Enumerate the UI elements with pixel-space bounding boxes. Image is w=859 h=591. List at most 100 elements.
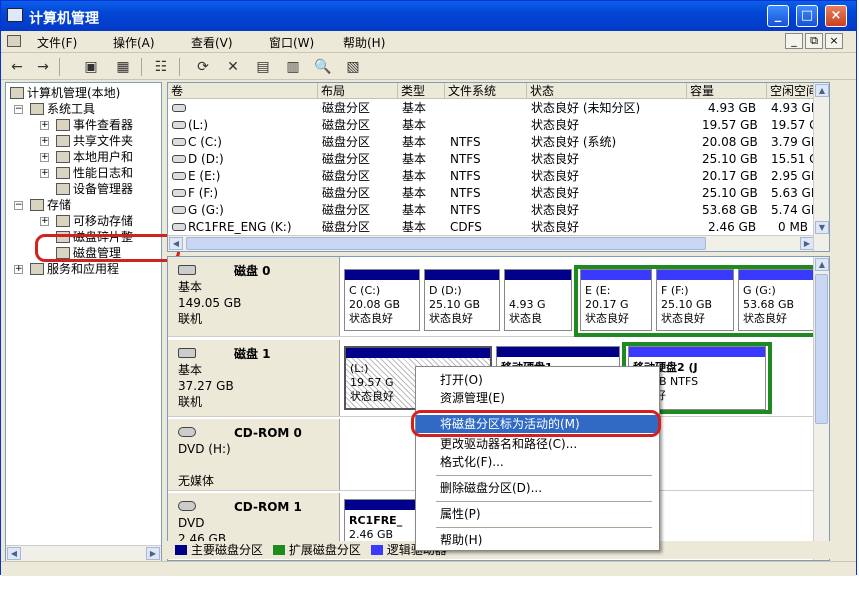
- delete-icon[interactable]: ✕: [223, 57, 243, 77]
- table-row[interactable]: C (C:) 磁盘分区 基本 NTFS 状态良好 (系统) 20.08 GB 3…: [168, 134, 829, 151]
- highlight-disk-management: [35, 234, 180, 262]
- expand-toggle[interactable]: +: [40, 137, 49, 146]
- table-row[interactable]: 磁盘分区 基本 状态良好 (未知分区) 4.93 GB 4.93 GB: [168, 100, 829, 117]
- disk-0-info: 磁盘 0 基本 149.05 GB 联机: [168, 257, 340, 336]
- tree-root[interactable]: 计算机管理(本地): [10, 85, 120, 101]
- menu-file[interactable]: 文件(F): [37, 34, 77, 51]
- menu-change-letter[interactable]: 更改驱动器名和路径(C)...: [440, 435, 577, 453]
- title-bar[interactable]: 计算机管理 _ □ ×: [1, 1, 856, 31]
- scroll-right-icon[interactable]: ▶: [800, 237, 814, 250]
- up-level-icon[interactable]: ▣: [81, 57, 101, 77]
- table-row[interactable]: (L:) 磁盘分区 基本 状态良好 19.57 GB 19.57 GB: [168, 117, 829, 134]
- back-icon[interactable]: ←: [7, 57, 27, 77]
- menu-action[interactable]: 操作(A): [113, 34, 155, 51]
- table-row[interactable]: D (D:) 磁盘分区 基本 NTFS 状态良好 25.10 GB 15.51 …: [168, 151, 829, 168]
- disk-0-row[interactable]: 磁盘 0 基本 149.05 GB 联机 C (C:) 20.08 GB 状态良好 …: [168, 257, 826, 337]
- tree-shared-folders[interactable]: 共享文件夹: [56, 133, 133, 149]
- toolbar-icon-4[interactable]: ▧: [343, 57, 363, 77]
- properties-icon[interactable]: ☷: [151, 57, 171, 77]
- list-horizontal-scrollbar[interactable]: ◀ ▶: [168, 235, 815, 251]
- scroll-thumb[interactable]: [815, 274, 828, 424]
- search-icon[interactable]: 🔍: [313, 57, 333, 77]
- table-row[interactable]: RC1FRE_ENG (K:) 磁盘分区 基本 CDFS 状态良好 2.46 G…: [168, 219, 829, 236]
- device-icon: [56, 183, 70, 195]
- toolbar-icon-2[interactable]: ▥: [283, 57, 303, 77]
- toolbar: ← → ▣ ▦ ☷ ⟳ ✕ ▤ ▥ 🔍 ▧: [1, 54, 856, 80]
- mdi-minimize-button[interactable]: _: [785, 33, 803, 49]
- menu-help[interactable]: 帮助(H): [440, 531, 482, 549]
- menu-help[interactable]: 帮助(H): [343, 34, 385, 51]
- list-vertical-scrollbar[interactable]: ▲ ▼: [813, 83, 829, 251]
- col-filesystem[interactable]: 文件系统: [445, 83, 527, 99]
- tree-event-viewer[interactable]: 事件查看器: [56, 117, 133, 133]
- table-row[interactable]: G (G:) 磁盘分区 基本 NTFS 状态良好 53.68 GB 5.74 G…: [168, 202, 829, 219]
- collapse-toggle[interactable]: −: [14, 201, 23, 210]
- computer-icon: [7, 8, 23, 22]
- mdi-close-button[interactable]: ×: [825, 33, 843, 49]
- expand-toggle[interactable]: +: [40, 169, 49, 178]
- expand-toggle[interactable]: +: [40, 121, 49, 130]
- close-button[interactable]: ×: [825, 5, 847, 27]
- volume-icon: [172, 104, 186, 112]
- scroll-left-icon[interactable]: ◀: [169, 237, 183, 250]
- partition-f[interactable]: F (F:) 25.10 GB 状态良好: [656, 269, 734, 331]
- forward-icon[interactable]: →: [33, 57, 53, 77]
- partition-d[interactable]: D (D:) 25.10 GB 状态良好: [424, 269, 500, 331]
- partition-unknown[interactable]: 4.93 G 状态良: [504, 269, 572, 331]
- scroll-thumb[interactable]: [186, 237, 706, 250]
- menu-view[interactable]: 查看(V): [191, 34, 233, 51]
- legend-primary-swatch: [175, 545, 187, 555]
- partition-c[interactable]: C (C:) 20.08 GB 状态良好: [344, 269, 420, 331]
- toolbar-icon-1[interactable]: ▤: [253, 57, 273, 77]
- tree-horizontal-scrollbar[interactable]: ◀ ▶: [6, 545, 161, 561]
- scroll-up-icon[interactable]: ▲: [815, 258, 829, 271]
- window-title: 计算机管理: [29, 11, 99, 27]
- show-tree-icon[interactable]: ▦: [113, 57, 133, 77]
- tree-system-tools[interactable]: 系统工具: [30, 101, 95, 117]
- tree-device-manager[interactable]: 设备管理器: [56, 181, 133, 197]
- menu-window[interactable]: 窗口(W): [269, 34, 314, 51]
- refresh-icon[interactable]: ⟳: [193, 57, 213, 77]
- expand-toggle[interactable]: +: [14, 265, 23, 274]
- col-layout[interactable]: 布局: [318, 83, 398, 99]
- menu-properties[interactable]: 属性(P): [440, 505, 481, 523]
- users-icon: [56, 151, 70, 163]
- tree-storage[interactable]: 存储: [30, 197, 71, 213]
- scroll-left-icon[interactable]: ◀: [7, 547, 21, 560]
- disk-1-info: 磁盘 1 基本 37.27 GB 联机: [168, 340, 340, 416]
- menu-delete-partition[interactable]: 删除磁盘分区(D)...: [440, 479, 542, 497]
- mdi-restore-button[interactable]: ⧉: [805, 33, 823, 49]
- maximize-button[interactable]: □: [796, 5, 818, 27]
- menu-explore[interactable]: 资源管理(E): [440, 389, 505, 407]
- legend-extended-swatch: [272, 545, 285, 555]
- expand-toggle[interactable]: +: [40, 153, 49, 162]
- volume-list: 卷 布局 类型 文件系统 状态 容量 空闲空间 磁盘分区 基本 状态良好 (未知…: [167, 82, 830, 252]
- col-volume[interactable]: 卷: [168, 83, 318, 99]
- computer-management-window: 计算机管理 _ □ × 文件(F) 操作(A) 查看(V) 窗口(W) 帮助(H…: [0, 0, 857, 576]
- volume-icon: [172, 155, 186, 163]
- scroll-right-icon[interactable]: ▶: [146, 547, 160, 560]
- tree-services-apps[interactable]: 服务和应用程: [30, 261, 119, 277]
- volume-icon: [172, 189, 186, 197]
- partition-g[interactable]: G (G:) 53.68 GB 状态良好: [738, 269, 818, 331]
- scroll-up-icon[interactable]: ▲: [815, 84, 829, 97]
- console-tree: 计算机管理(本地) − 系统工具 + 事件查看器 + 共享文件夹 + 本地用户和…: [5, 82, 162, 562]
- tree-perf-logs[interactable]: 性能日志和: [56, 165, 133, 181]
- tree-removable-storage[interactable]: 可移动存储: [56, 213, 133, 229]
- tree-local-users[interactable]: 本地用户和: [56, 149, 133, 165]
- table-row[interactable]: E (E:) 磁盘分区 基本 NTFS 状态良好 20.17 GB 2.95 G…: [168, 168, 829, 185]
- partition-e[interactable]: E (E: 20.17 G 状态良好: [580, 269, 652, 331]
- menu-open[interactable]: 打开(O): [440, 371, 483, 389]
- graph-vertical-scrollbar[interactable]: ▲ ▼: [813, 257, 829, 560]
- col-status[interactable]: 状态: [527, 83, 687, 99]
- col-type[interactable]: 类型: [398, 83, 445, 99]
- collapse-toggle[interactable]: −: [14, 105, 23, 114]
- storage-icon: [30, 199, 44, 211]
- menu-format[interactable]: 格式化(F)...: [440, 453, 504, 471]
- expand-toggle[interactable]: +: [40, 217, 49, 226]
- col-capacity[interactable]: 容量: [687, 83, 767, 99]
- cdrom-volume-icon: [172, 223, 186, 231]
- minimize-button[interactable]: _: [767, 5, 789, 27]
- scroll-down-icon[interactable]: ▼: [815, 221, 829, 234]
- table-row[interactable]: F (F:) 磁盘分区 基本 NTFS 状态良好 25.10 GB 5.63 G…: [168, 185, 829, 202]
